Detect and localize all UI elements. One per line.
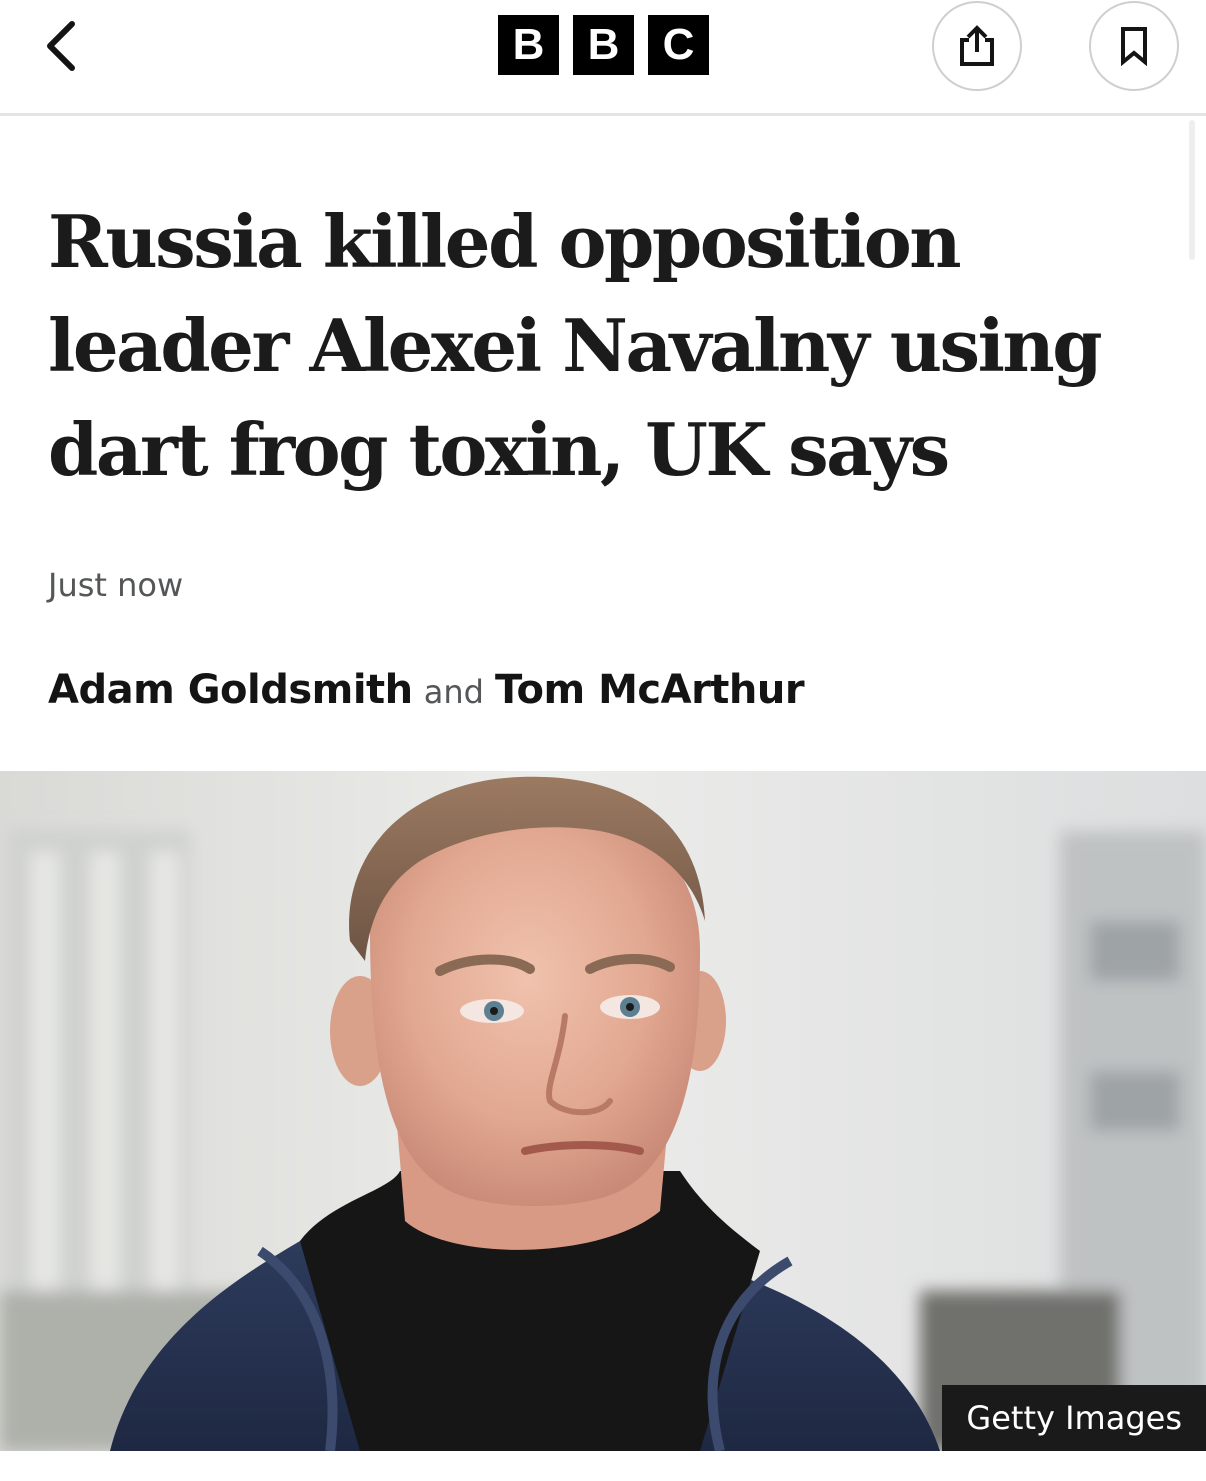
bookmark-button[interactable]	[1089, 1, 1179, 91]
bbc-logo[interactable]: B B C	[498, 15, 709, 75]
top-bar: B B C	[0, 0, 1206, 116]
portrait-photo	[0, 771, 1206, 1451]
share-button[interactable]	[932, 1, 1022, 91]
byline: Adam Goldsmith and Tom McArthur	[48, 667, 805, 713]
logo-block: B	[573, 15, 634, 75]
logo-letter: C	[662, 20, 695, 69]
logo-block: C	[648, 15, 709, 75]
article-timestamp: Just now	[48, 566, 184, 604]
image-credit: Getty Images	[942, 1385, 1206, 1451]
logo-letter: B	[512, 20, 545, 69]
article-headline: Russia killed opposition leader Alexei N…	[48, 199, 1103, 492]
share-icon	[960, 25, 994, 66]
byline-separator: and	[423, 673, 484, 711]
author-name[interactable]: Adam Goldsmith	[48, 667, 413, 713]
back-button[interactable]	[30, 14, 94, 78]
author-name[interactable]: Tom McArthur	[495, 667, 805, 713]
chevron-left-icon	[47, 21, 75, 71]
scroll-indicator[interactable]	[1189, 120, 1195, 260]
logo-block: B	[498, 15, 559, 75]
hero-image[interactable]: Getty Images	[0, 771, 1206, 1451]
bookmark-icon	[1121, 27, 1147, 66]
logo-letter: B	[587, 20, 620, 69]
